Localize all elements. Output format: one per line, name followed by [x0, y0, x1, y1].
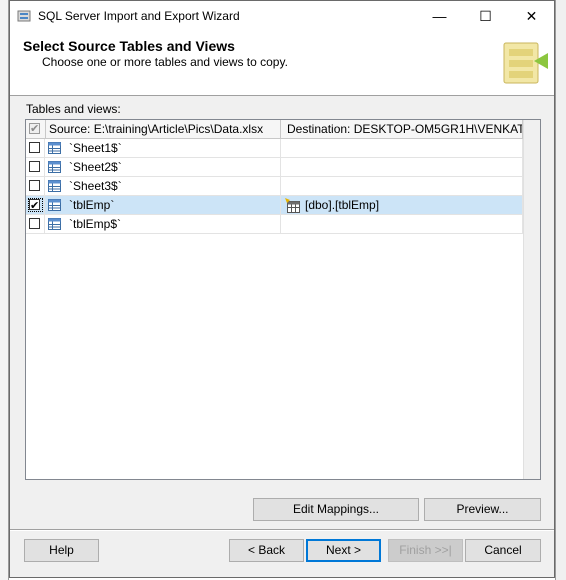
row-checkbox[interactable] — [29, 218, 40, 229]
row-checkbox-cell[interactable] — [26, 177, 45, 196]
table-row[interactable]: `tblEmp` [dbo].[tblEmp] — [26, 196, 523, 215]
row-source-name: `tblEmp` — [69, 198, 115, 212]
row-source-cell[interactable]: `Sheet1$` — [45, 139, 281, 158]
back-button[interactable]: < Back — [229, 539, 304, 562]
row-source-name: `Sheet1$` — [69, 141, 122, 155]
window-title: SQL Server Import and Export Wizard — [38, 9, 240, 23]
row-source-name: `Sheet3$` — [69, 179, 122, 193]
grid-header: Source: E:\training\Article\Pics\Data.xl… — [26, 120, 540, 139]
help-button[interactable]: Help — [24, 539, 99, 562]
row-destination-cell[interactable]: [dbo].[tblEmp] — [281, 196, 523, 215]
background-app-left-edge — [0, 0, 9, 580]
cancel-button[interactable]: Cancel — [465, 539, 541, 562]
grid-scrollbar[interactable] — [523, 120, 540, 479]
minimize-icon: — — [432, 8, 447, 24]
maximize-icon: ☐ — [479, 7, 492, 24]
table-icon — [48, 218, 61, 230]
row-checkbox[interactable] — [29, 180, 40, 191]
close-icon: ✕ — [525, 7, 538, 24]
table-row[interactable]: `Sheet1$` — [26, 139, 523, 158]
row-destination-cell[interactable] — [281, 177, 523, 196]
row-checkbox[interactable] — [29, 161, 40, 172]
wizard-header: Select Source Tables and Views Choose on… — [10, 31, 554, 96]
row-destination-cell[interactable] — [281, 215, 523, 234]
row-destination-cell[interactable] — [281, 139, 523, 158]
table-row[interactable]: `Sheet3$` — [26, 177, 523, 196]
column-header-source[interactable]: Source: E:\training\Article\Pics\Data.xl… — [45, 120, 281, 138]
tables-grid[interactable]: Source: E:\training\Article\Pics\Data.xl… — [25, 119, 541, 480]
row-source-cell[interactable]: `Sheet3$` — [45, 177, 281, 196]
wizard-window: SQL Server Import and Export Wizard — ☐ … — [9, 0, 555, 578]
header-select-all[interactable] — [26, 120, 46, 138]
row-source-cell[interactable]: `tblEmp` — [45, 196, 281, 215]
select-all-checkbox[interactable] — [29, 120, 40, 138]
background-app-right-edge — [555, 0, 566, 580]
edit-mappings-button[interactable]: Edit Mappings... — [253, 498, 419, 521]
preview-button[interactable]: Preview... — [424, 498, 541, 521]
tables-and-views-label: Tables and views: — [26, 102, 121, 116]
row-source-cell[interactable]: `tblEmp$` — [45, 215, 281, 234]
table-row[interactable]: `tblEmp$` — [26, 215, 523, 234]
table-row[interactable]: `Sheet2$` — [26, 158, 523, 177]
finish-button[interactable]: Finish >>| — [388, 539, 463, 562]
page-title: Select Source Tables and Views — [23, 38, 235, 54]
row-checkbox[interactable] — [29, 142, 40, 153]
table-icon — [48, 161, 61, 173]
wizard-icon — [17, 10, 31, 22]
row-destination-cell[interactable] — [281, 158, 523, 177]
row-checkbox-cell[interactable] — [26, 139, 45, 158]
table-icon — [48, 199, 61, 211]
title-bar[interactable]: SQL Server Import and Export Wizard — ☐ … — [10, 1, 554, 31]
import-export-logo-icon — [503, 42, 548, 84]
row-checkbox-cell[interactable] — [26, 158, 45, 177]
row-checkbox-cell[interactable] — [26, 215, 45, 234]
row-source-name: `tblEmp$` — [69, 217, 122, 231]
row-source-name: `Sheet2$` — [69, 160, 122, 174]
column-header-destination[interactable]: Destination: DESKTOP-OM5GR1H\VENKAT — [281, 120, 523, 138]
close-button[interactable]: ✕ — [509, 1, 554, 31]
next-button[interactable]: Next > — [306, 539, 381, 562]
footer-divider — [10, 529, 554, 531]
minimize-button[interactable]: — — [417, 1, 462, 31]
row-source-cell[interactable]: `Sheet2$` — [45, 158, 281, 177]
maximize-button[interactable]: ☐ — [463, 1, 508, 31]
focus-rectangle — [28, 198, 43, 212]
row-checkbox-cell[interactable] — [26, 196, 45, 215]
new-table-icon — [285, 198, 300, 213]
row-destination-name: [dbo].[tblEmp] — [305, 198, 380, 212]
table-icon — [48, 180, 61, 192]
table-icon — [48, 142, 61, 154]
page-subtitle: Choose one or more tables and views to c… — [42, 55, 288, 69]
